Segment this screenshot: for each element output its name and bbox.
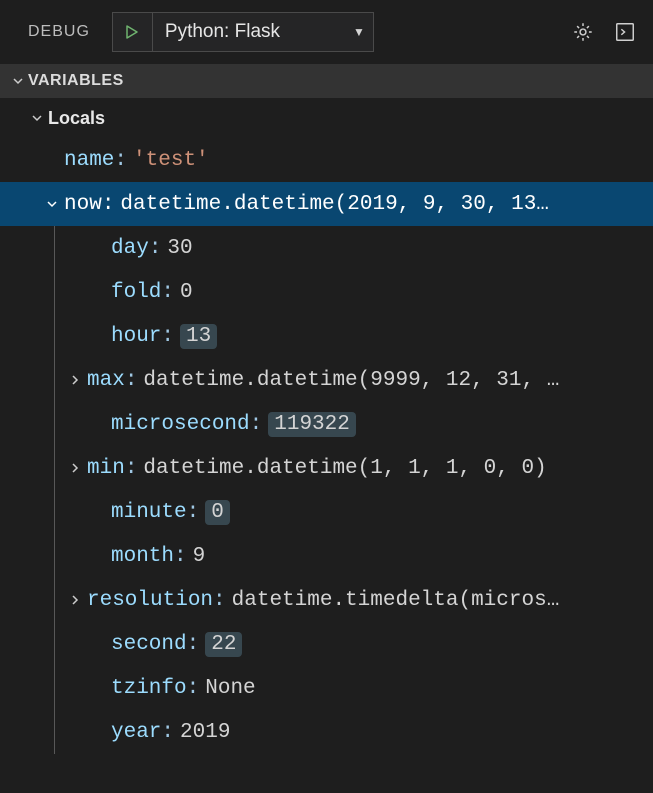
var-name: min <box>87 457 125 480</box>
debug-config-label: Python: Flask <box>165 21 280 43</box>
console-icon <box>614 21 636 43</box>
var-value: datetime.datetime(1, 1, 1, 0, 0) <box>143 457 546 480</box>
var-value: 2019 <box>180 721 230 744</box>
settings-button[interactable] <box>569 18 597 46</box>
var-name: resolution <box>87 589 213 612</box>
chevron-right-icon <box>63 462 87 474</box>
var-value: datetime.timedelta(micros… <box>232 589 560 612</box>
var-value: 0 <box>205 500 230 525</box>
gear-icon <box>572 21 594 43</box>
variable-row-now[interactable]: now: datetime.datetime(2019, 9, 30, 13… <box>0 182 653 226</box>
variable-row-resolution[interactable]: resolution: datetime.timedelta(micros… <box>55 578 653 622</box>
variable-row-minute[interactable]: › minute: 0 <box>55 490 653 534</box>
toolbar-icons <box>569 18 639 46</box>
debug-config-select[interactable]: Python: Flask ▼ <box>153 13 373 51</box>
variable-row-day[interactable]: › day: 30 <box>55 226 653 270</box>
variable-row-min[interactable]: min: datetime.datetime(1, 1, 1, 0, 0) <box>55 446 653 490</box>
var-name: month <box>111 545 174 568</box>
var-name: tzinfo <box>111 677 187 700</box>
variable-row-hour[interactable]: › hour: 13 <box>55 314 653 358</box>
section-title: VARIABLES <box>28 72 124 90</box>
chevron-right-icon <box>63 594 87 606</box>
now-children: › day: 30 › fold: 0 › hour: 13 max: date… <box>54 226 653 754</box>
variable-row-tzinfo[interactable]: › tzinfo: None <box>55 666 653 710</box>
var-value: 0 <box>180 281 193 304</box>
var-value: 9 <box>193 545 206 568</box>
dropdown-caret-icon: ▼ <box>353 25 365 39</box>
var-value: 'test' <box>133 149 209 172</box>
var-name: now <box>64 193 102 216</box>
var-value: 13 <box>180 324 217 349</box>
variable-row-microsecond[interactable]: › microsecond: 119322 <box>55 402 653 446</box>
chevron-right-icon <box>63 374 87 386</box>
start-debug-button[interactable] <box>113 13 153 51</box>
var-name: second <box>111 633 187 656</box>
var-value: datetime.datetime(9999, 12, 31, … <box>143 369 559 392</box>
chevron-down-icon <box>8 75 28 87</box>
var-name: minute <box>111 501 187 524</box>
variable-row-second[interactable]: › second: 22 <box>55 622 653 666</box>
variable-row-max[interactable]: max: datetime.datetime(9999, 12, 31, … <box>55 358 653 402</box>
var-name: hour <box>111 325 161 348</box>
variable-row-fold[interactable]: › fold: 0 <box>55 270 653 314</box>
variables-section-header[interactable]: VARIABLES <box>0 64 653 98</box>
var-name: fold <box>111 281 161 304</box>
variable-row-year[interactable]: › year: 2019 <box>55 710 653 754</box>
scope-title: Locals <box>48 108 105 129</box>
var-value: datetime.datetime(2019, 9, 30, 13… <box>120 193 653 216</box>
debug-config-box: Python: Flask ▼ <box>112 12 374 52</box>
debug-toolbar: DEBUG Python: Flask ▼ <box>0 0 653 64</box>
var-name: microsecond <box>111 413 250 436</box>
variable-row-name[interactable]: › name: 'test' <box>0 138 653 182</box>
chevron-down-icon <box>26 112 48 124</box>
var-value: 30 <box>167 237 192 260</box>
chevron-down-icon <box>40 198 64 210</box>
locals-scope-header[interactable]: Locals <box>0 98 653 138</box>
var-name: day <box>111 237 149 260</box>
debug-console-button[interactable] <box>611 18 639 46</box>
var-name: max <box>87 369 125 392</box>
toolbar-title: DEBUG <box>14 23 100 41</box>
var-value: 119322 <box>268 412 356 437</box>
var-name: name <box>64 149 114 172</box>
variable-row-month[interactable]: › month: 9 <box>55 534 653 578</box>
var-value: None <box>205 677 255 700</box>
var-value: 22 <box>205 632 242 657</box>
play-icon <box>124 24 140 40</box>
var-name: year <box>111 721 161 744</box>
